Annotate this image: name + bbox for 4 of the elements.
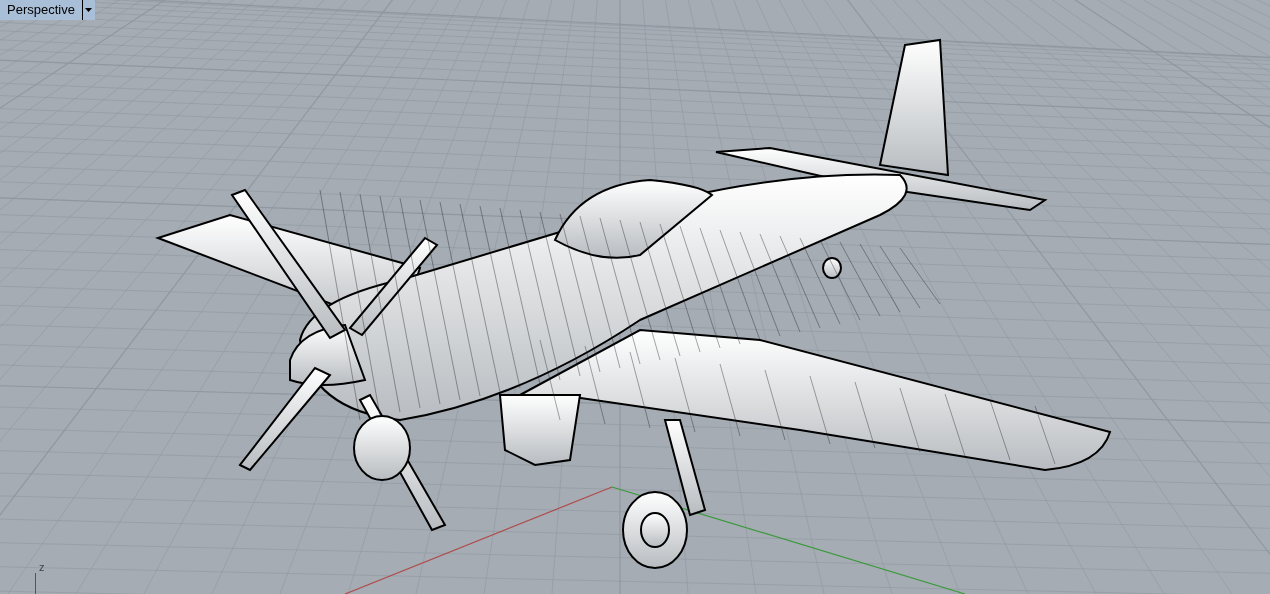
viewport-menu-button[interactable] — [81, 0, 95, 20]
z-axis-line — [35, 573, 36, 594]
caret-icon — [85, 8, 93, 12]
axis-label: z — [39, 562, 45, 573]
